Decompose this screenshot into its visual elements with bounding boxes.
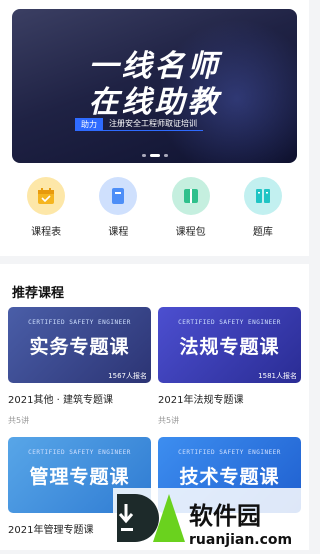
- nav-label: 课程: [108, 227, 129, 238]
- enroll-count: 1567人报名: [108, 372, 147, 380]
- quick-nav: 课程表 课程 课程包 题库: [0, 177, 309, 238]
- nav-label: 题库: [252, 227, 273, 238]
- thumbnail-subtitle: CERTIFIED SAFETY ENGINEER: [178, 319, 281, 326]
- carousel-dots[interactable]: [12, 154, 297, 157]
- course-title: 2021年法规专题课: [158, 395, 244, 406]
- section-title: 推荐课程: [12, 286, 65, 301]
- banner-tag-text: 注册安全工程师取证培训: [103, 117, 203, 131]
- thumbnail-subtitle: CERTIFIED SAFETY ENGINEER: [28, 449, 131, 456]
- nav-item-courses[interactable]: 课程: [88, 177, 148, 238]
- watermark-url: ruanjian.com: [189, 532, 292, 548]
- thumbnail-title: 技术专题课: [179, 466, 280, 488]
- banner-tag-badge: 助力: [75, 117, 103, 131]
- banner-headline-2: 在线助教: [88, 85, 221, 120]
- question-bank-icon: [243, 177, 282, 215]
- lesson-count: 共5讲: [8, 416, 30, 425]
- promo-banner[interactable]: 一线名师 在线助教 助力 注册安全工程师取证培训: [12, 9, 297, 163]
- nav-item-schedule[interactable]: 课程表: [16, 177, 76, 238]
- book-icon: [99, 177, 138, 215]
- watermark-logo: 软件园 ruanjian.com: [113, 488, 309, 550]
- carousel-dot-active[interactable]: [149, 154, 160, 157]
- enroll-count: 1581人报名: [258, 372, 297, 380]
- thumbnail-subtitle: CERTIFIED SAFETY ENGINEER: [28, 319, 131, 326]
- nav-item-question-bank[interactable]: 题库: [233, 177, 293, 238]
- thumbnail-title: 实务专题课: [29, 336, 130, 358]
- thumbnail-title: 管理专题课: [29, 466, 130, 488]
- watermark-brand: 软件园: [189, 502, 261, 530]
- nav-label: 课程包: [175, 227, 206, 238]
- nav-item-packages[interactable]: 课程包: [161, 177, 221, 238]
- course-thumbnail: CERTIFIED SAFETY ENGINEER 法规专题课 1581人报名: [158, 307, 301, 383]
- thumbnail-subtitle: CERTIFIED SAFETY ENGINEER: [178, 449, 281, 456]
- package-icon: [171, 177, 210, 215]
- calendar-icon: [27, 177, 66, 215]
- lesson-count: 共5讲: [158, 416, 180, 425]
- carousel-dot[interactable]: [163, 154, 168, 157]
- thumbnail-title: 法规专题课: [179, 336, 280, 358]
- course-thumbnail: CERTIFIED SAFETY ENGINEER 实务专题课 1567人报名: [8, 307, 151, 383]
- course-card[interactable]: CERTIFIED SAFETY ENGINEER 法规专题课 1581人报名 …: [158, 307, 301, 426]
- top-panel: 一线名师 在线助教 助力 注册安全工程师取证培训 课程表 课程 课程包 题库: [0, 0, 309, 256]
- banner-tag: 助力 注册安全工程师取证培训: [75, 117, 203, 131]
- course-title: 2021其他 · 建筑专题课: [8, 395, 113, 406]
- nav-label: 课程表: [31, 227, 62, 238]
- carousel-dot[interactable]: [141, 154, 146, 157]
- course-card[interactable]: CERTIFIED SAFETY ENGINEER 实务专题课 1567人报名 …: [8, 307, 151, 426]
